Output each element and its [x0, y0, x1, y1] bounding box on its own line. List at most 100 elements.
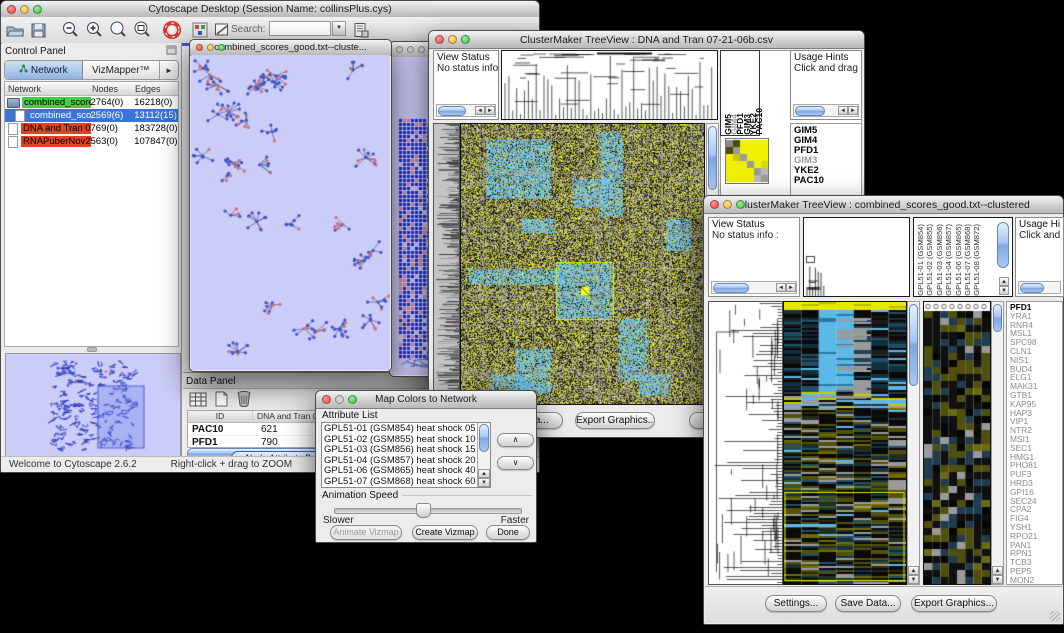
- search-input[interactable]: [269, 21, 331, 36]
- tv1-column-labels[interactable]: GIM5GIM4PFD1GIM3YKE2PAC10: [720, 50, 760, 136]
- help-lifesaver-icon[interactable]: [161, 20, 183, 40]
- tv2-zoom-heatmap[interactable]: [923, 301, 991, 585]
- vizmapper-icon[interactable]: [189, 20, 211, 40]
- network-view-canvas[interactable]: [191, 55, 390, 370]
- view-status-scrollbar[interactable]: ◄ ►: [711, 281, 797, 294]
- tv2-settings-button[interactable]: Settings...: [765, 595, 827, 612]
- tv1-column-label[interactable]: PFD1: [735, 113, 741, 135]
- minimize-button[interactable]: [20, 5, 29, 14]
- gene-label[interactable]: MON2: [1010, 576, 1062, 585]
- float-panel-icon[interactable]: [166, 42, 177, 60]
- close-button[interactable]: [322, 395, 331, 404]
- tv1-mini-heatmap[interactable]: [725, 138, 769, 184]
- tv1-heatmap[interactable]: [460, 123, 705, 405]
- main-titlebar[interactable]: Cytoscape Desktop (Session Name: collins…: [1, 1, 539, 18]
- zoom-button[interactable]: [33, 5, 42, 14]
- tv1-export-graphics-button[interactable]: Export Graphics...: [575, 412, 655, 429]
- zoom-in-icon[interactable]: [83, 20, 105, 40]
- tv2-save-data-button[interactable]: Save Data...: [835, 595, 901, 612]
- attribute-item[interactable]: GPL51-03 (GSM856) heat shock 15 min: [322, 445, 477, 456]
- tv1-row-dendrogram[interactable]: [433, 123, 460, 405]
- tv1-column-dendrogram[interactable]: [501, 50, 718, 120]
- close-button[interactable]: [435, 35, 444, 44]
- attribute-list-scrollbar[interactable]: ▲▼: [477, 423, 490, 487]
- tv2-heatmap-vscrollbar[interactable]: ▲▼: [907, 301, 920, 585]
- network-row[interactable]: combined_scores2764(0)16218(0): [5, 96, 178, 109]
- tv2-gene-labels[interactable]: PFD1YRA1RNR4MSL1SPC98CLN1NIS1BUD4ELG1MAK…: [1006, 301, 1063, 585]
- tv2-column-label[interactable]: GPL51-03 (GSM856): [935, 224, 944, 296]
- zoom-button[interactable]: [461, 35, 470, 44]
- tv2-column-label[interactable]: GPL51-08 (GSM872): [972, 224, 981, 296]
- new-document-icon[interactable]: [214, 391, 229, 412]
- minimize-button[interactable]: [407, 46, 414, 53]
- close-button[interactable]: [710, 200, 719, 209]
- network-overview[interactable]: [5, 353, 181, 459]
- scroll-up-arrow[interactable]: ▲: [999, 277, 1009, 286]
- scroll-right-arrow[interactable]: ►: [485, 106, 495, 115]
- scroll-up-arrow[interactable]: ▲: [992, 566, 1003, 575]
- overview-canvas[interactable]: [6, 354, 178, 456]
- search-dropdown-button[interactable]: ▼: [332, 21, 346, 36]
- slider-thumb[interactable]: [416, 503, 431, 518]
- close-button[interactable]: [196, 44, 203, 51]
- delete-trash-icon[interactable]: [236, 390, 252, 412]
- tv2-column-labels[interactable]: GPL51-01 (GSM854)GPL51-02 (GSM855)GPL51-…: [913, 217, 1013, 297]
- zoom-button[interactable]: [218, 44, 225, 51]
- tv1-column-label[interactable]: PAC10: [754, 108, 760, 135]
- move-down-button[interactable]: ∨: [497, 456, 534, 470]
- zoom-selected-icon[interactable]: [131, 20, 153, 40]
- zoom-out-icon[interactable]: [59, 20, 81, 40]
- minimize-button[interactable]: [207, 44, 214, 51]
- tv2-column-label[interactable]: GPL51-01 (GSM854): [916, 224, 925, 296]
- open-folder-icon[interactable]: [4, 20, 26, 40]
- attribute-item[interactable]: GPL51-06 (GSM865) heat shock 40 min: [322, 466, 477, 477]
- attribute-item[interactable]: GPL51-01 (GSM854) heat shock 05 min: [322, 424, 477, 435]
- save-icon[interactable]: [27, 20, 49, 40]
- tv1-row-label[interactable]: PAC10: [794, 176, 861, 186]
- tv2-zoom-vscrollbar[interactable]: ▲▼: [991, 301, 1004, 585]
- zoom-button[interactable]: [348, 395, 357, 404]
- annotation-icon[interactable]: [211, 20, 233, 40]
- dp-col-id[interactable]: ID: [188, 411, 253, 422]
- tv2-column-dendrogram[interactable]: [803, 217, 910, 297]
- tv1-column-label[interactable]: YKE2: [748, 113, 754, 135]
- panel-splitter[interactable]: [4, 346, 179, 352]
- tab-overflow-arrow[interactable]: ►: [160, 61, 178, 79]
- network-row[interactable]: combined_sco2569(6)13112(15): [5, 109, 178, 122]
- attribute-list[interactable]: GPL51-01 (GSM854) heat shock 05 minGPL51…: [321, 422, 491, 488]
- col-edges[interactable]: Edges: [135, 84, 178, 94]
- minimize-button[interactable]: [723, 200, 732, 209]
- scroll-up-arrow[interactable]: ▲: [908, 566, 919, 575]
- tv2-column-label[interactable]: GPL51-06 (GSM865): [954, 224, 963, 296]
- animate-vizmap-button[interactable]: Animate Vizmap: [330, 525, 402, 540]
- scroll-left-arrow[interactable]: ◄: [475, 106, 485, 115]
- done-button[interactable]: Done: [486, 525, 530, 540]
- resize-grip[interactable]: [1050, 611, 1060, 621]
- minimize-button[interactable]: [448, 35, 457, 44]
- tv2-export-graphics-button[interactable]: Export Graphics...: [911, 595, 997, 612]
- zoom-button[interactable]: [736, 200, 745, 209]
- attribute-item[interactable]: GPL51-07 (GSM868) heat shock 60 min: [322, 477, 477, 488]
- col-network[interactable]: Network: [5, 82, 92, 95]
- scroll-down-arrow[interactable]: ▼: [478, 478, 490, 487]
- table-icon[interactable]: [189, 392, 207, 412]
- zoom-button[interactable]: [418, 46, 425, 53]
- attribute-item[interactable]: GPL51-02 (GSM855) heat shock 10 min: [322, 435, 477, 446]
- tv2-column-label[interactable]: GPL51-07 (GSM868): [963, 224, 972, 296]
- tv2-column-label[interactable]: GPL51-04 (GSM857): [944, 224, 953, 296]
- scroll-left-arrow[interactable]: ◄: [838, 106, 848, 115]
- attribute-item[interactable]: GPL51-04 (GSM857) heat shock 20 min: [322, 456, 477, 467]
- tab-network[interactable]: Network: [5, 61, 83, 79]
- scroll-down-arrow[interactable]: ▼: [992, 575, 1003, 584]
- usage-hints-scrollbar[interactable]: ◄ ►: [793, 104, 859, 117]
- tv2-column-label[interactable]: GPL51-02 (GSM855): [925, 224, 934, 296]
- tv2-column-labels-scrollbar[interactable]: [997, 222, 1009, 268]
- col-nodes[interactable]: Nodes: [92, 84, 135, 94]
- scroll-left-arrow[interactable]: ◄: [776, 283, 786, 292]
- scroll-right-arrow[interactable]: ►: [848, 106, 858, 115]
- search-index-icon[interactable]: [350, 20, 372, 40]
- window-controls[interactable]: [1, 5, 48, 14]
- close-button[interactable]: [396, 46, 403, 53]
- network-row[interactable]: RNAPuberNov2+563(0)107847(0): [5, 135, 178, 148]
- move-up-button[interactable]: ∧: [497, 433, 534, 447]
